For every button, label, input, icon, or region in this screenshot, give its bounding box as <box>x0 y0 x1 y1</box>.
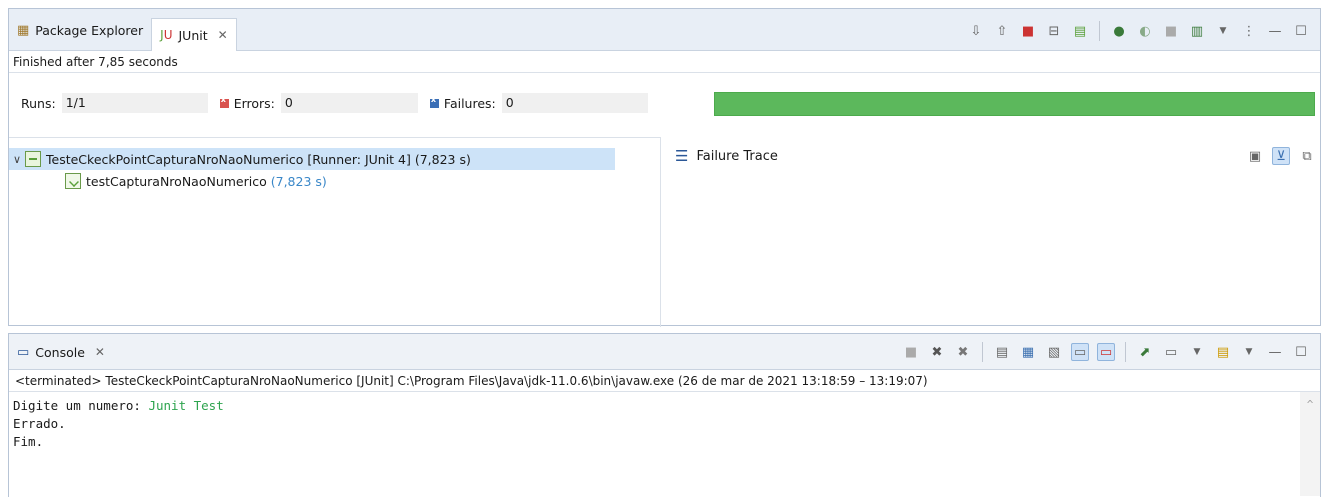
tab-junit[interactable]: JU JUnit ✕ <box>151 18 237 51</box>
junit-view: ▦ Package Explorer JU JUnit ✕ ⇩ ⇧ ■ ⊟ ▤ … <box>8 8 1321 327</box>
next-failure-icon[interactable]: ⇩ <box>967 22 985 40</box>
suite-label: TesteCkeckPointCapturaNroNaoNumerico [Ru… <box>46 151 471 167</box>
view-menu-icon[interactable]: ⋮ <box>1240 22 1258 40</box>
junit-toolbar: ⇩ ⇧ ■ ⊟ ▤ ● ◐ ■ ▥ ▼ ⋮ — ☐ <box>967 21 1310 41</box>
tab-label: JUnit <box>178 27 208 43</box>
console-line: Errado. <box>13 415 1316 433</box>
test-counters: Runs: 1/1 Errors: 0 Failures: 0 <box>21 93 648 113</box>
previous-failure-icon[interactable]: ⇧ <box>993 22 1011 40</box>
errors-counter: Errors: 0 <box>219 93 418 113</box>
junit-icon: JU <box>160 28 173 42</box>
runs-label: Runs: <box>21 95 56 111</box>
console-output[interactable]: Digite um numero: Junit Test Errado. Fim… <box>9 392 1320 496</box>
tab-label: Console <box>35 344 85 360</box>
show-skipped-icon[interactable]: ▤ <box>1071 22 1089 40</box>
compare-result-icon[interactable]: ▣ <box>1246 147 1264 165</box>
test-suite-icon <box>25 151 41 167</box>
errors-label: Errors: <box>233 95 275 111</box>
chevron-down-icon[interactable]: ∨ <box>9 153 25 166</box>
chevron-down-icon[interactable]: ▼ <box>1214 22 1232 40</box>
console-toolbar: ■ ✖ ✖ ▤ ▦ ▧ ▭ ▭ ⬈ ▭ ▼ ▤ ▼ — ☐ <box>902 342 1310 362</box>
toolbar-separator <box>982 342 983 362</box>
minimize-icon[interactable]: — <box>1266 343 1284 361</box>
test-run-history-icon[interactable]: ▥ <box>1188 22 1206 40</box>
terminate-icon[interactable]: ■ <box>902 343 920 361</box>
error-icon <box>219 95 229 108</box>
pin-console-icon[interactable]: ⬈ <box>1136 343 1154 361</box>
maximize-icon[interactable]: ☐ <box>1292 343 1310 361</box>
failure-trace-toolbar: ▣ ⊻ ⧉ <box>1246 147 1316 165</box>
show-failures-only-icon[interactable]: ■ <box>1019 22 1037 40</box>
chevron-down-icon[interactable]: ▼ <box>1188 343 1206 361</box>
test-name: testCapturaNroNaoNumerico <box>86 173 267 189</box>
console-line: Fim. <box>13 433 1316 451</box>
display-console-icon[interactable]: ▭ <box>1162 343 1180 361</box>
toolbar-separator <box>1125 342 1126 362</box>
show-on-stderr-icon[interactable]: ▭ <box>1097 343 1115 361</box>
console-text: Digite um numero: <box>13 398 149 413</box>
console-input-text: Junit Test <box>148 398 224 413</box>
console-text: Fim. <box>13 434 44 449</box>
scroll-lock-icon[interactable]: ▦ <box>1019 343 1037 361</box>
failure-trace-header: ☰ Failure Trace ▣ ⊻ ⧉ <box>669 137 1320 175</box>
remove-all-terminated-icon[interactable]: ✖ <box>954 343 972 361</box>
console-line: Digite um numero: Junit Test <box>13 397 1316 415</box>
toolbar-separator <box>1099 21 1100 41</box>
junit-tabbar: ▦ Package Explorer JU JUnit ✕ ⇩ ⇧ ■ ⊟ ▤ … <box>9 9 1320 51</box>
test-passed-icon <box>65 173 81 189</box>
close-icon[interactable]: ✕ <box>95 345 105 359</box>
console-text: Errado. <box>13 416 66 431</box>
show-on-stdout-icon[interactable]: ▭ <box>1071 343 1089 361</box>
suite-row[interactable]: ∨ TesteCkeckPointCapturaNroNaoNumerico [… <box>9 148 615 170</box>
list-icon: ☰ <box>675 147 689 165</box>
console-tabbar: ▭ Console ✕ ■ ✖ ✖ ▤ ▦ ▧ ▭ ▭ ⬈ ▭ ▼ ▤ ▼ — … <box>9 334 1320 370</box>
new-console-icon[interactable]: ▤ <box>1214 343 1232 361</box>
progress-bar <box>714 92 1315 116</box>
console-view: ▭ Console ✕ ■ ✖ ✖ ▤ ▦ ▧ ▭ ▭ ⬈ ▭ ▼ ▤ ▼ — … <box>8 333 1321 497</box>
errors-value: 0 <box>280 93 418 113</box>
failures-value: 0 <box>501 93 648 113</box>
test-row[interactable]: testCapturaNroNaoNumerico (7,823 s) <box>9 170 660 192</box>
word-wrap-icon[interactable]: ▧ <box>1045 343 1063 361</box>
failures-counter: Failures: 0 <box>429 93 648 113</box>
test-time: (7,823 s) <box>270 173 327 189</box>
scroll-up-icon[interactable]: ^ <box>1300 396 1320 414</box>
remove-launch-icon[interactable]: ✖ <box>928 343 946 361</box>
chevron-down-icon[interactable]: ▼ <box>1240 343 1258 361</box>
copy-trace-icon[interactable]: ⧉ <box>1298 147 1316 165</box>
minimize-icon[interactable]: — <box>1266 22 1284 40</box>
scroll-lock-icon[interactable]: ⊟ <box>1045 22 1063 40</box>
console-process-info: <terminated> TesteCkeckPointCapturaNroNa… <box>9 370 1320 392</box>
package-explorer-icon: ▦ <box>17 22 30 38</box>
maximize-icon[interactable]: ☐ <box>1292 22 1310 40</box>
runs-counter: Runs: 1/1 <box>21 93 208 113</box>
runs-value: 1/1 <box>61 93 208 113</box>
failure-icon <box>429 95 439 108</box>
filter-stack-trace-icon[interactable]: ⊻ <box>1272 147 1290 165</box>
failure-trace-title: Failure Trace <box>696 148 778 164</box>
rerun-test-icon[interactable]: ● <box>1110 22 1128 40</box>
test-tree: ∨ TesteCkeckPointCapturaNroNaoNumerico [… <box>9 137 661 327</box>
rerun-failed-first-icon[interactable]: ◐ <box>1136 22 1154 40</box>
console-icon: ▭ <box>17 344 30 360</box>
failures-label: Failures: <box>443 95 496 111</box>
tab-label: Package Explorer <box>35 22 144 38</box>
close-icon[interactable]: ✕ <box>218 28 228 42</box>
tab-package-explorer[interactable]: ▦ Package Explorer <box>9 14 151 46</box>
stop-icon[interactable]: ■ <box>1162 22 1180 40</box>
run-status: Finished after 7,85 seconds <box>9 51 1320 73</box>
clear-console-icon[interactable]: ▤ <box>993 343 1011 361</box>
vertical-scrollbar[interactable]: ^ <box>1300 392 1320 496</box>
tab-console[interactable]: ▭ Console ✕ <box>9 338 113 366</box>
